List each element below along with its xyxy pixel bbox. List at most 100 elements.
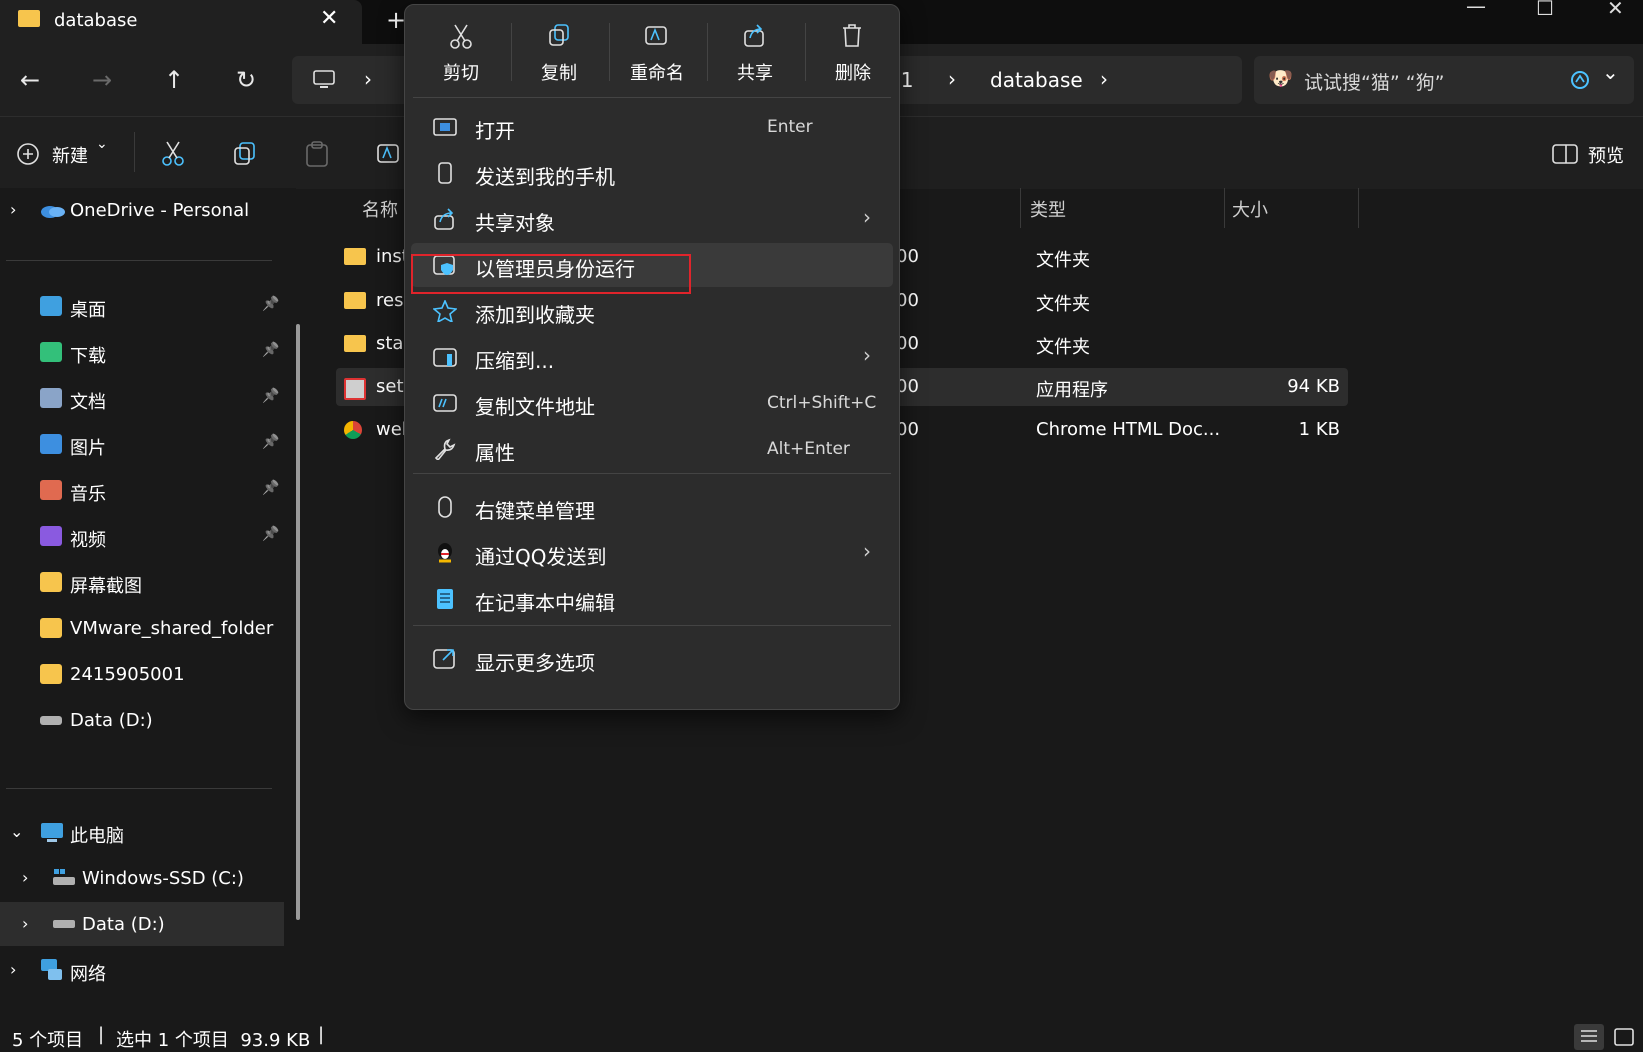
search-engine-icon[interactable] <box>1570 70 1592 92</box>
chevron-right-icon: › <box>863 539 871 563</box>
quick-action-copy[interactable]: 复制 <box>519 23 599 89</box>
column-separator[interactable] <box>1020 188 1021 228</box>
file-type: Chrome HTML Doc... <box>1036 419 1221 440</box>
pin-icon: 📌 <box>262 388 280 404</box>
drive-icon <box>53 920 75 928</box>
copy-icon[interactable] <box>232 140 258 168</box>
chevron-right-icon: › <box>863 205 871 229</box>
search-input[interactable]: 试试搜“猫” “狗” <box>1304 68 1444 95</box>
delete-icon <box>843 24 861 47</box>
sidebar-item-drive-c[interactable]: › Windows-SSD (C:) <box>0 856 284 900</box>
tab-database[interactable]: database ✕ <box>0 0 362 44</box>
column-separator[interactable] <box>1358 188 1359 228</box>
minimize-button[interactable]: — <box>1466 0 1486 18</box>
tiles-view-icon[interactable] <box>1614 1028 1634 1046</box>
menu-item-wrench[interactable]: 属性 Alt+Enter <box>411 427 893 471</box>
pin-icon: 📌 <box>262 480 280 496</box>
search-chevron-icon[interactable]: ⌄ <box>1602 60 1619 84</box>
column-separator[interactable] <box>1224 188 1225 228</box>
column-header-name[interactable]: 名称 <box>362 196 398 222</box>
breadcrumb-chevron[interactable]: › <box>364 67 372 91</box>
sidebar-item-label: 网络 <box>70 964 106 985</box>
file-size: 1 KB <box>1298 419 1340 440</box>
menu-item-share[interactable]: 共享对象 › <box>411 197 893 241</box>
quick-action-rename[interactable]: 重命名 <box>617 23 697 89</box>
chevron-right-icon: › <box>863 343 871 367</box>
quick-action-divider <box>609 23 610 81</box>
dog-emoji-icon: 🐶 <box>1268 66 1293 90</box>
menu-item-shortcut: Ctrl+Shift+C <box>767 393 877 413</box>
sidebar-item-8[interactable]: VMware_shared_folder <box>0 606 284 650</box>
chevron-right-icon[interactable]: › <box>22 868 28 887</box>
menu-item-star[interactable]: 添加到收藏夹 <box>411 289 893 333</box>
sidebar-item-network[interactable]: › 网络 <box>0 948 284 992</box>
menu-item-archive[interactable]: 压缩到... › <box>411 335 893 379</box>
menu-item-mouse[interactable]: 右键菜单管理 <box>411 485 893 529</box>
column-header-size[interactable]: 大小 <box>1232 196 1268 222</box>
maximize-button[interactable]: ☐ <box>1536 0 1554 20</box>
tab-title: database <box>54 10 138 31</box>
menu-item-label: 属性 <box>475 441 515 465</box>
menu-divider <box>413 97 891 98</box>
menu-item-more-options[interactable]: 显示更多选项 <box>411 637 893 681</box>
network-icon <box>41 959 62 980</box>
sidebar-item-3[interactable]: 文档 📌 <box>0 376 284 420</box>
menu-item-open[interactable]: 打开 Enter <box>411 105 893 149</box>
sidebar-scrollbar[interactable] <box>296 324 300 920</box>
details-view-button[interactable] <box>1574 1024 1604 1050</box>
cut-icon[interactable] <box>160 140 186 168</box>
menu-divider <box>413 625 891 626</box>
sidebar-item-5[interactable]: 音乐 📌 <box>0 468 284 512</box>
sidebar-item-this-pc[interactable]: ⌄ 此电脑 <box>0 810 284 854</box>
tab-close-button[interactable]: ✕ <box>320 6 338 31</box>
column-header-type[interactable]: 类型 <box>1030 196 1066 222</box>
status-divider: | <box>98 1024 105 1045</box>
quick-action-share[interactable]: 共享 <box>715 23 795 89</box>
rename-icon[interactable] <box>376 140 402 168</box>
breadcrumb-chevron[interactable]: › <box>948 67 956 91</box>
quick-action-cut[interactable]: 剪切 <box>421 23 501 89</box>
quick-action-delete[interactable]: 删除 <box>813 23 893 89</box>
breadcrumb-chevron[interactable]: › <box>1100 67 1108 91</box>
refresh-button[interactable]: ↻ <box>236 66 256 94</box>
folder-icon <box>344 292 366 309</box>
sidebar-divider <box>6 788 272 789</box>
breadcrumb-current[interactable]: database <box>990 68 1083 92</box>
menu-item-phone[interactable]: 发送到我的手机 <box>411 151 893 195</box>
file-type: 文件夹 <box>1036 294 1090 315</box>
back-button[interactable]: ← <box>20 66 40 94</box>
paste-icon[interactable] <box>304 140 330 168</box>
this-pc-icon <box>41 823 63 842</box>
sidebar-item-2[interactable]: 下载 📌 <box>0 330 284 374</box>
close-window-button[interactable]: ✕ <box>1607 0 1624 20</box>
sidebar-item-1[interactable]: 桌面 📌 <box>0 284 284 328</box>
folder-icon <box>344 335 366 352</box>
sidebar-item-7[interactable]: 屏幕截图 <box>0 560 284 604</box>
folder-icon <box>344 248 366 265</box>
quick-action-label: 删除 <box>835 63 871 84</box>
path-icon <box>433 394 457 412</box>
sidebar-item-9[interactable]: 2415905001 <box>0 652 284 696</box>
menu-item-label: 右键菜单管理 <box>475 499 595 523</box>
search-box[interactable]: 🐶 试试搜“猫” “狗” ⌄ <box>1254 56 1634 104</box>
sidebar-item-drive-d[interactable]: › Data (D:) <box>0 902 284 946</box>
menu-item-notepad[interactable]: 在记事本中编辑 <box>411 577 893 621</box>
sidebar-item-6[interactable]: 视频 📌 <box>0 514 284 558</box>
forward-button[interactable]: → <box>92 66 112 94</box>
menu-item-path[interactable]: 复制文件地址 Ctrl+Shift+C <box>411 381 893 425</box>
sidebar-item-onedrive[interactable]: › OneDrive - Personal <box>0 188 284 232</box>
sidebar-item-10[interactable]: Data (D:) <box>0 698 284 742</box>
menu-item-label: 在记事本中编辑 <box>475 591 615 615</box>
sidebar-item-4[interactable]: 图片 📌 <box>0 422 284 466</box>
menu-item-label: 复制文件地址 <box>475 395 595 419</box>
file-type: 应用程序 <box>1036 380 1108 401</box>
chevron-right-icon[interactable]: › <box>22 914 28 933</box>
folder-icon <box>40 664 62 684</box>
navigation-pane: › OneDrive - Personal ⌄ 此电脑 › Windows-SS… <box>0 188 296 1020</box>
menu-item-qq[interactable]: 通过QQ发送到 › <box>411 531 893 575</box>
up-button[interactable]: ↑ <box>164 66 184 94</box>
chevron-right-icon[interactable]: › <box>10 200 16 219</box>
chevron-down-icon[interactable]: ⌄ <box>10 822 23 841</box>
menu-item-label: 发送到我的手机 <box>475 165 615 189</box>
chevron-right-icon[interactable]: › <box>10 960 16 979</box>
